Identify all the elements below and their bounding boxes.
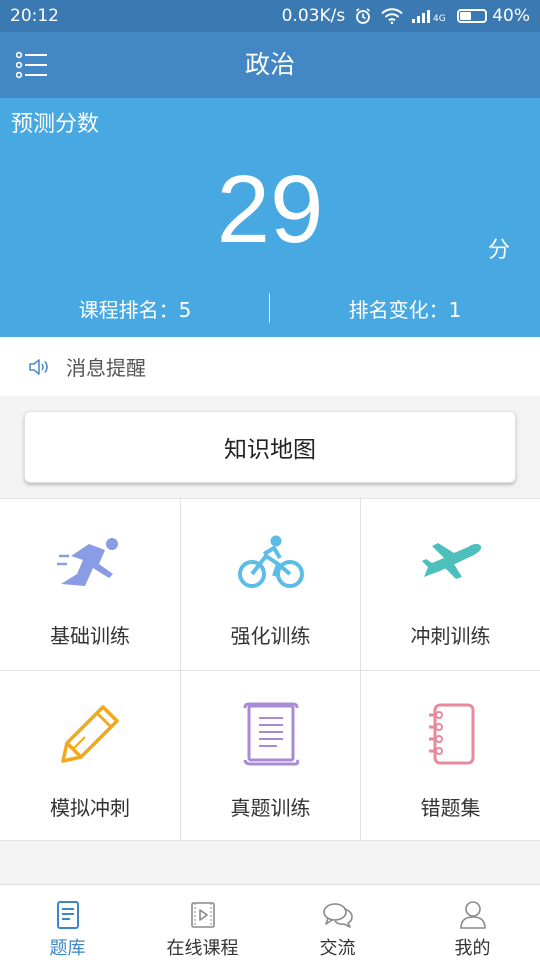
battery-indicator: 40% — [457, 6, 530, 26]
nav-label: 在线课程 — [166, 938, 239, 959]
nav-label: 我的 — [454, 938, 491, 959]
score-label: 预测分数 — [11, 112, 100, 137]
grid-item-label: 真题训练 — [230, 796, 311, 820]
video-icon — [190, 899, 216, 930]
nav-tab-question-bank[interactable]: 题库 — [0, 885, 135, 960]
nav-label: 题库 — [49, 938, 86, 959]
status-time: 20:12 — [10, 6, 59, 26]
wrong-questions-item[interactable]: 错题集 — [360, 671, 540, 841]
status-bar: 20:12 0.03K/s 4G 40% — [0, 0, 540, 32]
grid-item-label: 错题集 — [420, 796, 481, 820]
grid-row: 模拟冲刺 真题训练 错题集 — [0, 670, 540, 841]
cyclist-icon — [231, 529, 311, 595]
message-label: 消息提醒 — [66, 356, 146, 380]
list-menu-icon — [15, 51, 47, 79]
score-value: 29 — [216, 156, 324, 263]
scroll-icon — [231, 701, 311, 767]
speaker-icon — [29, 358, 48, 375]
wifi-icon — [381, 8, 403, 24]
nav-tab-online-courses[interactable]: 在线课程 — [135, 885, 270, 960]
nav-label: 交流 — [319, 938, 356, 959]
title-bar: 政治 — [0, 32, 540, 98]
network-speed: 0.03K/s — [281, 6, 346, 26]
grid-item-label: 强化训练 — [230, 624, 311, 648]
grid-item-label: 模拟冲刺 — [50, 796, 130, 820]
rank-change: 排名变化：1 — [348, 298, 462, 322]
course-rank: 课程排名：5 — [78, 298, 192, 322]
notebook-icon — [411, 701, 491, 767]
past-exam-training-item[interactable]: 真题训练 — [180, 671, 360, 841]
alarm-icon — [354, 7, 372, 25]
bottom-navigation: 题库 在线课程 交流 我的 — [0, 884, 540, 960]
nav-tab-discussion[interactable]: 交流 — [270, 885, 405, 960]
grid-row: 基础训练 强化训练 冲刺训练 — [0, 499, 540, 670]
network-type-label: 4G — [433, 14, 446, 24]
pencil-icon — [50, 701, 130, 767]
grid-item-label: 冲刺训练 — [410, 624, 491, 648]
score-unit: 分 — [487, 238, 510, 263]
runner-icon — [50, 529, 130, 595]
battery-percent: 40% — [492, 6, 530, 26]
training-grid: 基础训练 强化训练 冲刺训练 模拟冲刺 真题训练 错题集 — [0, 498, 540, 841]
person-icon — [459, 899, 487, 930]
question-bank-icon — [56, 899, 80, 930]
signal-icon: 4G — [412, 8, 448, 24]
knowledge-map-button[interactable]: 知识地图 — [24, 411, 516, 483]
nav-tab-mine[interactable]: 我的 — [405, 885, 540, 960]
intensive-training-item[interactable]: 强化训练 — [180, 499, 360, 670]
battery-fill — [460, 12, 471, 20]
status-indicators: 0.03K/s 4G 40% — [282, 6, 530, 26]
airplane-icon — [411, 529, 491, 595]
menu-button[interactable] — [15, 51, 48, 79]
battery-icon — [457, 9, 488, 23]
page-title: 政治 — [244, 50, 295, 79]
chat-icon — [322, 899, 354, 930]
message-reminder[interactable]: 消息提醒 — [0, 337, 540, 396]
mock-sprint-item[interactable]: 模拟冲刺 — [0, 671, 180, 841]
grid-item-label: 基础训练 — [50, 624, 130, 648]
score-panel: 预测分数 29 分 课程排名：5 排名变化：1 — [0, 98, 540, 337]
basic-training-item[interactable]: 基础训练 — [0, 499, 180, 670]
sprint-training-item[interactable]: 冲刺训练 — [360, 499, 540, 670]
